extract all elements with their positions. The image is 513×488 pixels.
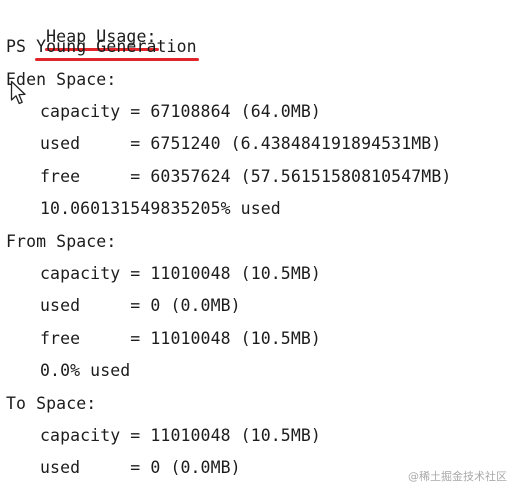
to-used-line: used = 0 (0.0MB) — [40, 458, 241, 477]
eden-free-line: free = 60357624 (57.56151580810547MB) — [40, 167, 452, 186]
terminal-output: Heap Usage: PS Young Generation Eden Spa… — [0, 0, 513, 488]
eden-percent-line: 10.060131549835205% used — [40, 199, 281, 218]
heap-usage-line: Heap Usage: — [6, 4, 159, 51]
generation-line: PS Young Generation — [6, 36, 199, 61]
from-percent-line: 0.0% used — [40, 361, 131, 380]
to-capacity-line: capacity = 11010048 (10.5MB) — [40, 426, 321, 445]
from-capacity-line: capacity = 11010048 (10.5MB) — [40, 264, 321, 283]
eden-used-line: used = 6751240 (6.438484191894531MB) — [40, 134, 442, 153]
watermark: @稀土掘金技术社区 — [408, 470, 507, 483]
generation-prefix: PS — [6, 37, 37, 56]
from-used-line: used = 0 (0.0MB) — [40, 296, 241, 315]
to-space-title: To Space: — [6, 394, 97, 413]
mouse-pointer-icon — [10, 80, 26, 105]
from-space-title: From Space: — [6, 232, 117, 251]
generation-name: Young Generation — [35, 37, 199, 61]
eden-capacity-line: capacity = 67108864 (64.0MB) — [40, 102, 321, 121]
from-free-line: free = 11010048 (10.5MB) — [40, 329, 321, 348]
